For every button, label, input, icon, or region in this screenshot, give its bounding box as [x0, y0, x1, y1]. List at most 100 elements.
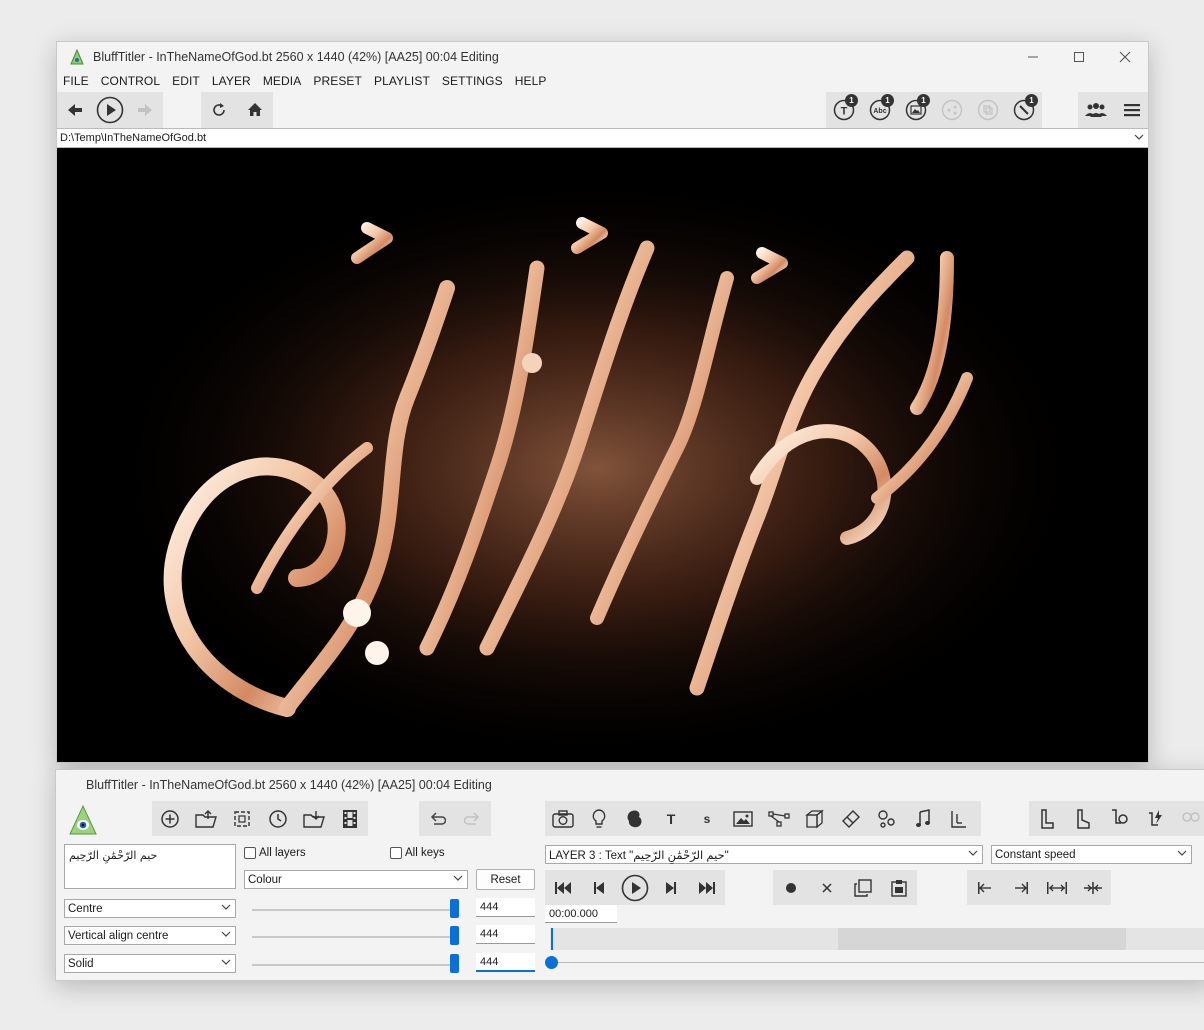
image-layer-icon[interactable]: 1	[898, 92, 934, 128]
text-tool-icon[interactable]: T	[653, 801, 689, 836]
brush-layer-icon[interactable]: 1	[1006, 92, 1042, 128]
main-toolbar: T 1 Abc 1 1 1	[57, 92, 1148, 128]
layer-lightning-icon[interactable]	[1137, 801, 1173, 836]
import-folder-icon[interactable]	[296, 801, 332, 836]
scrub-handle[interactable]	[545, 956, 558, 969]
all-keys-box[interactable]	[390, 847, 402, 859]
expand-range-icon[interactable]	[1039, 870, 1075, 905]
file-path-combo[interactable]: D:\Temp\InTheNameOfGod.bt	[57, 128, 1148, 148]
title-bar[interactable]: BluffTitler - InTheNameOfGod.bt 2560 x 1…	[57, 42, 1148, 72]
all-layers-box[interactable]	[244, 847, 256, 859]
menu-playlist[interactable]: PLAYLIST	[374, 74, 430, 88]
select-frame-icon[interactable]	[224, 801, 260, 836]
play-circle-icon[interactable]	[92, 92, 127, 128]
play-circle-icon[interactable]	[617, 870, 653, 905]
timeline-cursor[interactable]	[551, 928, 553, 950]
text-content-field[interactable]: ﺣﻴﻢ ﺍﻟﺮّﺣْﻤَٰﻦِ ﺍﻟﺮّﺣِﻴﻢ	[64, 844, 236, 889]
music-note-icon[interactable]	[905, 801, 941, 836]
text-layer-icon[interactable]: T 1	[826, 92, 862, 128]
step-back-icon[interactable]	[581, 870, 617, 905]
menu-file[interactable]: FILE	[63, 74, 89, 88]
back-arrow-icon[interactable]	[57, 92, 92, 128]
chevron-down-icon[interactable]	[1134, 132, 1144, 144]
render-preview[interactable]	[57, 148, 1148, 762]
layer-child-icon[interactable]	[1065, 801, 1101, 836]
path-nodes-icon[interactable]	[761, 801, 797, 836]
menu-media[interactable]: MEDIA	[263, 74, 302, 88]
time-field[interactable]: 00:00.000	[545, 905, 617, 923]
clock-icon[interactable]	[260, 801, 296, 836]
menu-settings[interactable]: SETTINGS	[442, 74, 503, 88]
slider-2-thumb[interactable]	[450, 926, 459, 945]
fill-style-select-value: Solid	[68, 957, 94, 970]
window-title: BluffTitler - InTheNameOfGod.bt 2560 x 1…	[93, 50, 499, 64]
copy-key-icon[interactable]	[845, 870, 881, 905]
value-field-3[interactable]: 444	[476, 953, 535, 972]
forward-arrow-icon[interactable]	[128, 92, 163, 128]
all-keys-checkbox[interactable]: All keys	[390, 847, 445, 859]
slider-1-track[interactable]	[252, 909, 458, 911]
menu-help[interactable]: HELP	[515, 74, 547, 88]
blob-shape-icon[interactable]	[617, 801, 653, 836]
cube-icon[interactable]	[797, 801, 833, 836]
hamburger-menu-icon[interactable]	[1114, 92, 1148, 128]
timeline-segment[interactable]	[838, 928, 1126, 950]
refresh-icon[interactable]	[201, 92, 237, 128]
layer-link-group	[1029, 801, 1204, 836]
property-select[interactable]: Colour	[244, 870, 468, 889]
scrub-track[interactable]	[550, 962, 1204, 963]
camera-icon[interactable]	[545, 801, 581, 836]
delete-key-icon[interactable]	[809, 870, 845, 905]
step-forward-icon[interactable]	[653, 870, 689, 905]
open-folder-icon[interactable]	[188, 801, 224, 836]
record-key-icon[interactable]	[773, 870, 809, 905]
layer-select[interactable]: LAYER 3 : Text "ﺣﻴﻢ ﺍﻟﺮّﺣْﻤَٰﻦِ ﺍﻟﺮّﺣِﻴﻢ…	[545, 845, 983, 864]
all-layers-checkbox[interactable]: All layers	[244, 847, 306, 859]
undo-icon[interactable]	[419, 801, 455, 836]
collapse-range-icon[interactable]	[1075, 870, 1111, 905]
minimize-button[interactable]	[1010, 42, 1056, 72]
skip-to-end-icon[interactable]	[689, 870, 725, 905]
close-button[interactable]	[1102, 42, 1148, 72]
slider-2-track[interactable]	[252, 936, 458, 938]
users-icon[interactable]	[1078, 92, 1114, 128]
film-strip-icon[interactable]	[332, 801, 368, 836]
plugin-layer-icon[interactable]	[941, 801, 977, 836]
s-tool-icon[interactable]: s	[689, 801, 725, 836]
skip-to-start-icon[interactable]	[545, 870, 581, 905]
abc-layer-icon[interactable]: Abc 1	[862, 92, 898, 128]
eraser-icon[interactable]	[833, 801, 869, 836]
reset-button[interactable]: Reset	[476, 869, 535, 890]
layer-group-icon[interactable]	[1173, 801, 1204, 836]
layer-parent-icon[interactable]	[1029, 801, 1065, 836]
home-icon[interactable]	[237, 92, 273, 128]
slider-1-thumb[interactable]	[450, 899, 459, 918]
redo-icon[interactable]	[455, 801, 491, 836]
layer-link-icon[interactable]	[1101, 801, 1137, 836]
paste-key-icon[interactable]	[881, 870, 917, 905]
slider-3-track[interactable]	[252, 964, 458, 966]
menu-layer[interactable]: LAYER	[212, 74, 251, 88]
menu-preset[interactable]: PRESET	[313, 74, 362, 88]
light-bulb-icon[interactable]	[581, 801, 617, 836]
picture-icon[interactable]	[725, 801, 761, 836]
value-field-2[interactable]: 444	[476, 925, 535, 944]
vertical-align-select[interactable]: Vertical align centre	[64, 926, 236, 945]
s-tool-glyph: s	[703, 811, 711, 826]
svg-text:Abc: Abc	[873, 108, 886, 115]
slider-3-thumb[interactable]	[450, 954, 459, 973]
jump-start-icon[interactable]	[967, 870, 1003, 905]
jump-end-icon[interactable]	[1003, 870, 1039, 905]
value-field-1[interactable]: 444	[476, 898, 535, 917]
maximize-button[interactable]	[1056, 42, 1102, 72]
speed-select[interactable]: Constant speed	[991, 845, 1192, 864]
add-circle-icon[interactable]	[152, 801, 188, 836]
fill-style-select[interactable]: Solid	[64, 954, 236, 973]
menu-edit[interactable]: EDIT	[172, 74, 200, 88]
share-layer-icon[interactable]	[934, 92, 970, 128]
menu-control[interactable]: CONTROL	[101, 74, 160, 88]
align-select[interactable]: Centre	[64, 899, 236, 918]
text-layer-badge: 1	[845, 94, 858, 107]
particles-icon[interactable]	[869, 801, 905, 836]
copy-layer-icon[interactable]	[970, 92, 1006, 128]
